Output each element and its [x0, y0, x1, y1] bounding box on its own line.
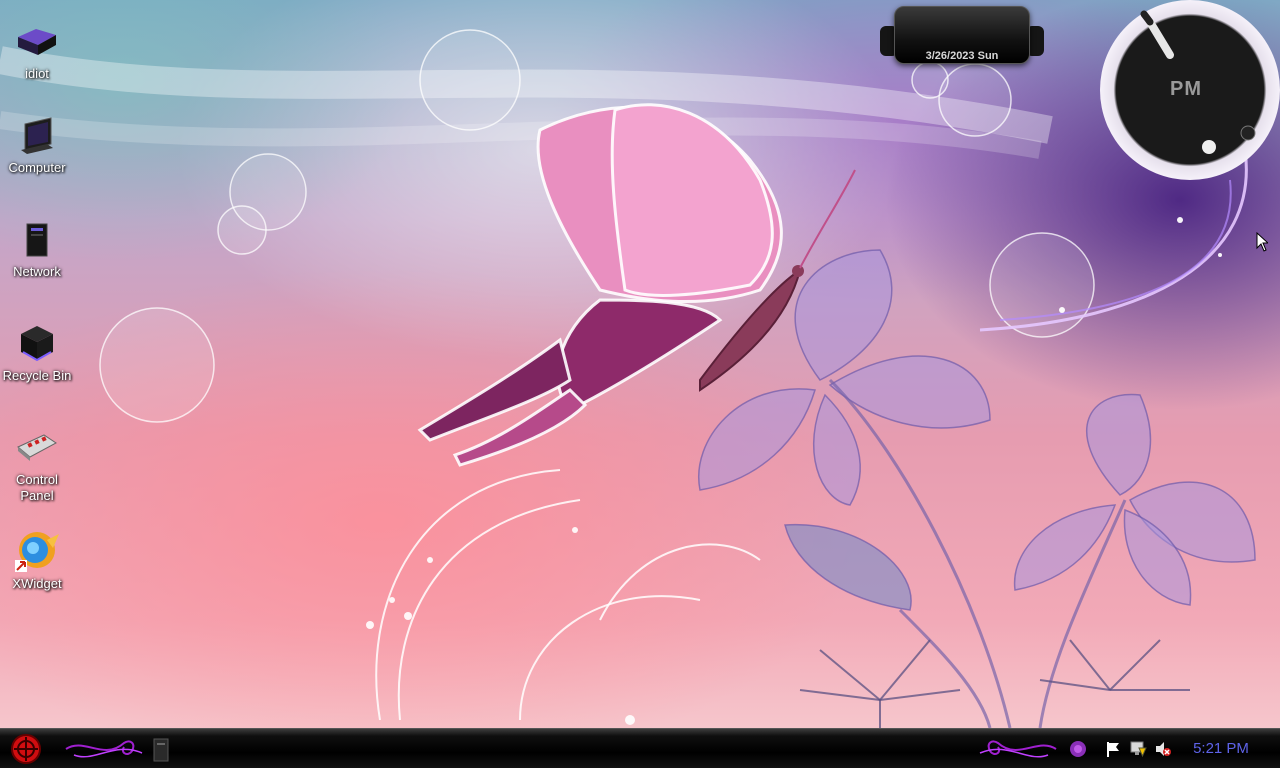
clock-hands [1140, 10, 1256, 154]
tray-action-center[interactable] [1102, 735, 1124, 763]
tray-network[interactable] [1127, 735, 1149, 763]
start-button[interactable] [8, 734, 44, 764]
taskbar-swirl-decoration [65, 740, 143, 758]
desktop-icon-label: XWidget [12, 576, 62, 591]
desktop-icon-computer[interactable]: Computer [0, 112, 74, 176]
desktop-icon-label: idiot [25, 66, 49, 81]
desktop-icon-xwidget[interactable]: XWidget [0, 528, 74, 592]
tray-flower[interactable] [1066, 735, 1090, 763]
date-text: 3/26/2023 Sun [925, 50, 999, 62]
desktop-icon-control-panel[interactable]: Control Panel [0, 424, 74, 504]
mouse-cursor [1256, 231, 1270, 257]
desktop-icon-label: Network [13, 264, 61, 279]
control-panel-icon [13, 424, 61, 470]
recycle-bin-icon [13, 320, 61, 366]
taskbar-pinned-item[interactable] [148, 735, 174, 763]
taskbar-clock[interactable]: 5:21 PM [1186, 740, 1256, 757]
pinned-app-icon [153, 738, 169, 762]
desktop-icon-label: Control Panel [16, 472, 58, 503]
desktop-icon-label: Recycle Bin [2, 368, 72, 383]
clock-gadget[interactable]: PM [1100, 0, 1280, 180]
tray-volume[interactable] [1152, 735, 1174, 763]
taskbar-swirl-decoration [979, 740, 1057, 758]
desktop-wallpaper [0, 0, 1280, 728]
taskbar: 5:21 PM [0, 728, 1280, 768]
computer-icon [13, 112, 61, 158]
xwidget-icon [13, 528, 61, 574]
desktop-icon-network[interactable]: Network [0, 216, 74, 280]
date-gadget[interactable]: 3/26/2023 Sun [880, 4, 1044, 66]
flower-icon [1070, 741, 1086, 757]
start-orb-icon [11, 734, 41, 764]
desktop-icon-recycle-bin[interactable]: Recycle Bin [0, 320, 74, 384]
folder-icon [13, 18, 61, 64]
network-icon [13, 216, 61, 262]
desktop-icon-idiot[interactable]: idiot [0, 18, 74, 82]
network-icon [1130, 741, 1147, 758]
volume-muted-icon [1156, 742, 1171, 756]
flag-icon [1107, 742, 1119, 757]
desktop-icon-label: Computer [8, 160, 66, 175]
